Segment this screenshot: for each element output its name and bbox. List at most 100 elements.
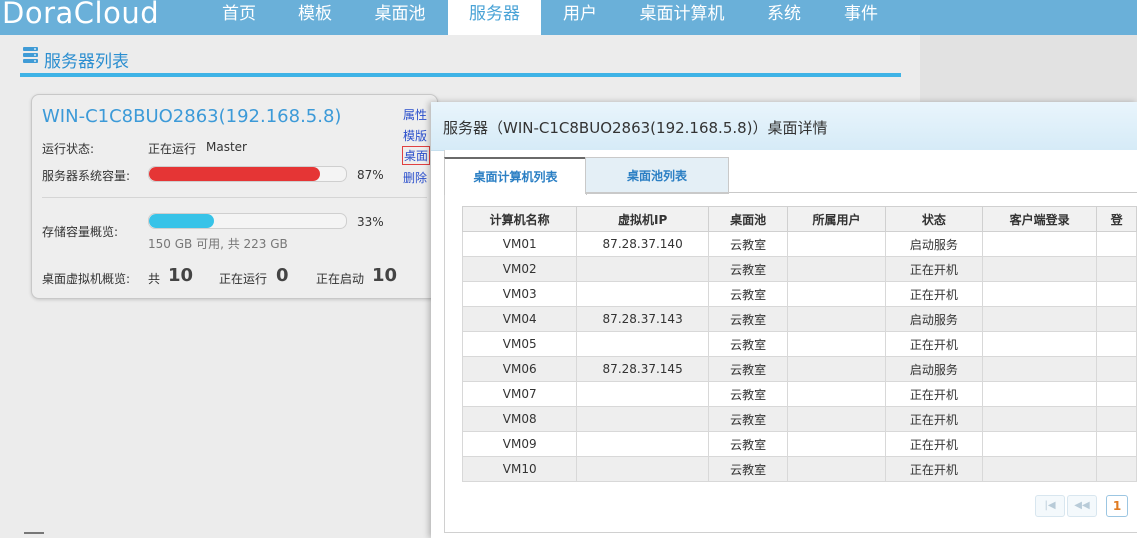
cell-desktop-pool: 云教室 — [707, 281, 789, 307]
template-link[interactable]: 模版 — [403, 127, 427, 144]
nav-desktop-pools[interactable]: 桌面池 — [360, 0, 440, 35]
cell-extra — [1096, 306, 1137, 332]
cell-owner — [787, 331, 886, 357]
table-row[interactable]: VM08 云教室 正在开机 — [461, 406, 1137, 432]
cell-client-login — [981, 406, 1098, 432]
nav-events[interactable]: 事件 — [829, 0, 893, 35]
dialog-title: 服务器（WIN-C1C8BUO2863(192.168.5.8)）桌面详情 — [443, 119, 828, 137]
vm-total-label: 共 — [148, 272, 161, 286]
cell-vm-ip — [576, 256, 709, 282]
col-desktop-pool[interactable]: 桌面池 — [707, 206, 789, 232]
properties-link[interactable]: 属性 — [403, 106, 427, 123]
run-status-value: 正在运行 — [148, 142, 197, 156]
cell-extra — [1096, 281, 1137, 307]
cell-desktop-pool: 云教室 — [707, 431, 789, 457]
table-row[interactable]: VM05 云教室 正在开机 — [461, 331, 1137, 357]
sys-capacity-label: 服务器系统容量: — [42, 169, 131, 183]
col-computer-name[interactable]: 计算机名称 — [461, 206, 578, 232]
server-name[interactable]: WIN-C1C8BUO2863(192.168.5.8) — [42, 106, 341, 127]
storage-detail: 150 GB 可用, 共 223 GB — [148, 237, 288, 251]
nav-servers[interactable]: 服务器 — [448, 0, 541, 35]
cell-computer-name: VM06 — [461, 356, 578, 382]
cell-desktop-pool: 云教室 — [707, 356, 789, 382]
col-status[interactable]: 状态 — [884, 206, 984, 232]
cell-owner — [787, 456, 886, 482]
col-owner[interactable]: 所属用户 — [787, 206, 886, 232]
run-status-label: 运行状态: — [42, 142, 95, 156]
table-row[interactable]: VM01 87.28.37.140 云教室 启动服务 — [461, 231, 1137, 257]
cell-desktop-pool: 云教室 — [707, 381, 789, 407]
delete-link[interactable]: 删除 — [403, 169, 427, 186]
cell-client-login — [981, 281, 1098, 307]
cell-client-login — [981, 356, 1098, 382]
app-logo[interactable]: DoraCloud — [2, 0, 159, 30]
page-title: 服务器列表 — [44, 52, 129, 72]
col-client-login[interactable]: 客户端登录 — [981, 206, 1098, 232]
desktop-details-dialog: 服务器（WIN-C1C8BUO2863(192.168.5.8)）桌面详情 桌面… — [431, 102, 1137, 538]
cell-owner — [787, 431, 886, 457]
cell-computer-name: VM04 — [461, 306, 578, 332]
cell-vm-ip — [576, 431, 709, 457]
cell-desktop-pool: 云教室 — [707, 231, 789, 257]
col-vm-ip[interactable]: 虚拟机IP — [576, 206, 709, 232]
nav-users[interactable]: 用户 — [548, 0, 612, 35]
dialog-header: 服务器（WIN-C1C8BUO2863(192.168.5.8)）桌面详情 — [431, 102, 1137, 151]
cell-extra — [1096, 331, 1137, 357]
cell-vm-ip — [576, 406, 709, 432]
cell-client-login — [981, 231, 1098, 257]
table-row[interactable]: VM03 云教室 正在开机 — [461, 281, 1137, 307]
cell-owner — [787, 356, 886, 382]
cell-owner — [787, 231, 886, 257]
cell-status: 启动服务 — [884, 231, 984, 257]
nav-home[interactable]: 首页 — [207, 0, 271, 35]
table-row[interactable]: VM02 云教室 正在开机 — [461, 256, 1137, 282]
cell-extra — [1096, 381, 1137, 407]
cell-computer-name: VM01 — [461, 231, 578, 257]
nav-system[interactable]: 系统 — [752, 0, 816, 35]
cell-computer-name: VM09 — [461, 431, 578, 457]
cell-vm-ip — [576, 331, 709, 357]
cell-computer-name: VM10 — [461, 456, 578, 482]
cell-status: 正在开机 — [884, 256, 984, 282]
sys-capacity-percent: 87% — [357, 168, 384, 182]
storage-bar — [148, 213, 347, 229]
cell-vm-ip: 87.28.37.140 — [576, 231, 709, 257]
server-list-icon — [23, 47, 38, 63]
table-row[interactable]: VM04 87.28.37.143 云教室 启动服务 — [461, 306, 1137, 332]
cell-computer-name: VM03 — [461, 281, 578, 307]
table-row[interactable]: VM10 云教室 正在开机 — [461, 456, 1137, 482]
vm-starting-count: 10 — [372, 265, 398, 286]
current-page-button[interactable]: 1 — [1106, 495, 1128, 517]
cell-vm-ip — [576, 281, 709, 307]
cell-client-login — [981, 456, 1098, 482]
tab-desktop-computer-list[interactable]: 桌面计算机列表 — [444, 157, 587, 195]
title-underline — [20, 73, 901, 77]
card-divider — [42, 197, 427, 198]
desktop-link[interactable]: 桌面 — [402, 146, 431, 165]
cell-status: 启动服务 — [884, 306, 984, 332]
cell-status: 正在开机 — [884, 456, 984, 482]
cell-status: 正在开机 — [884, 381, 984, 407]
cell-status: 正在开机 — [884, 406, 984, 432]
tab-desktop-pool-list[interactable]: 桌面池列表 — [585, 157, 729, 194]
resize-handle-icon — [24, 532, 44, 534]
nav-desktop-computers[interactable]: 桌面计算机 — [626, 0, 738, 35]
cell-status: 正在开机 — [884, 431, 984, 457]
table-row[interactable]: VM09 云教室 正在开机 — [461, 431, 1137, 457]
vm-running-count: 0 — [276, 265, 289, 286]
tab-underline — [585, 192, 1137, 193]
nav-templates[interactable]: 模板 — [283, 0, 347, 35]
vm-total-count: 10 — [168, 265, 194, 286]
prev-page-button[interactable]: ◀◀ — [1067, 495, 1097, 517]
table-row[interactable]: VM06 87.28.37.145 云教室 启动服务 — [461, 356, 1137, 382]
col-login-truncated[interactable]: 登 — [1096, 206, 1137, 232]
cell-client-login — [981, 431, 1098, 457]
cell-vm-ip: 87.28.37.143 — [576, 306, 709, 332]
table-row[interactable]: VM07 云教室 正在开机 — [461, 381, 1137, 407]
cell-extra — [1096, 431, 1137, 457]
server-role: Master — [206, 140, 247, 154]
cell-desktop-pool: 云教室 — [707, 306, 789, 332]
first-page-button[interactable]: |◀ — [1035, 495, 1065, 517]
cell-status: 启动服务 — [884, 356, 984, 382]
storage-label: 存储容量概览: — [42, 225, 119, 239]
